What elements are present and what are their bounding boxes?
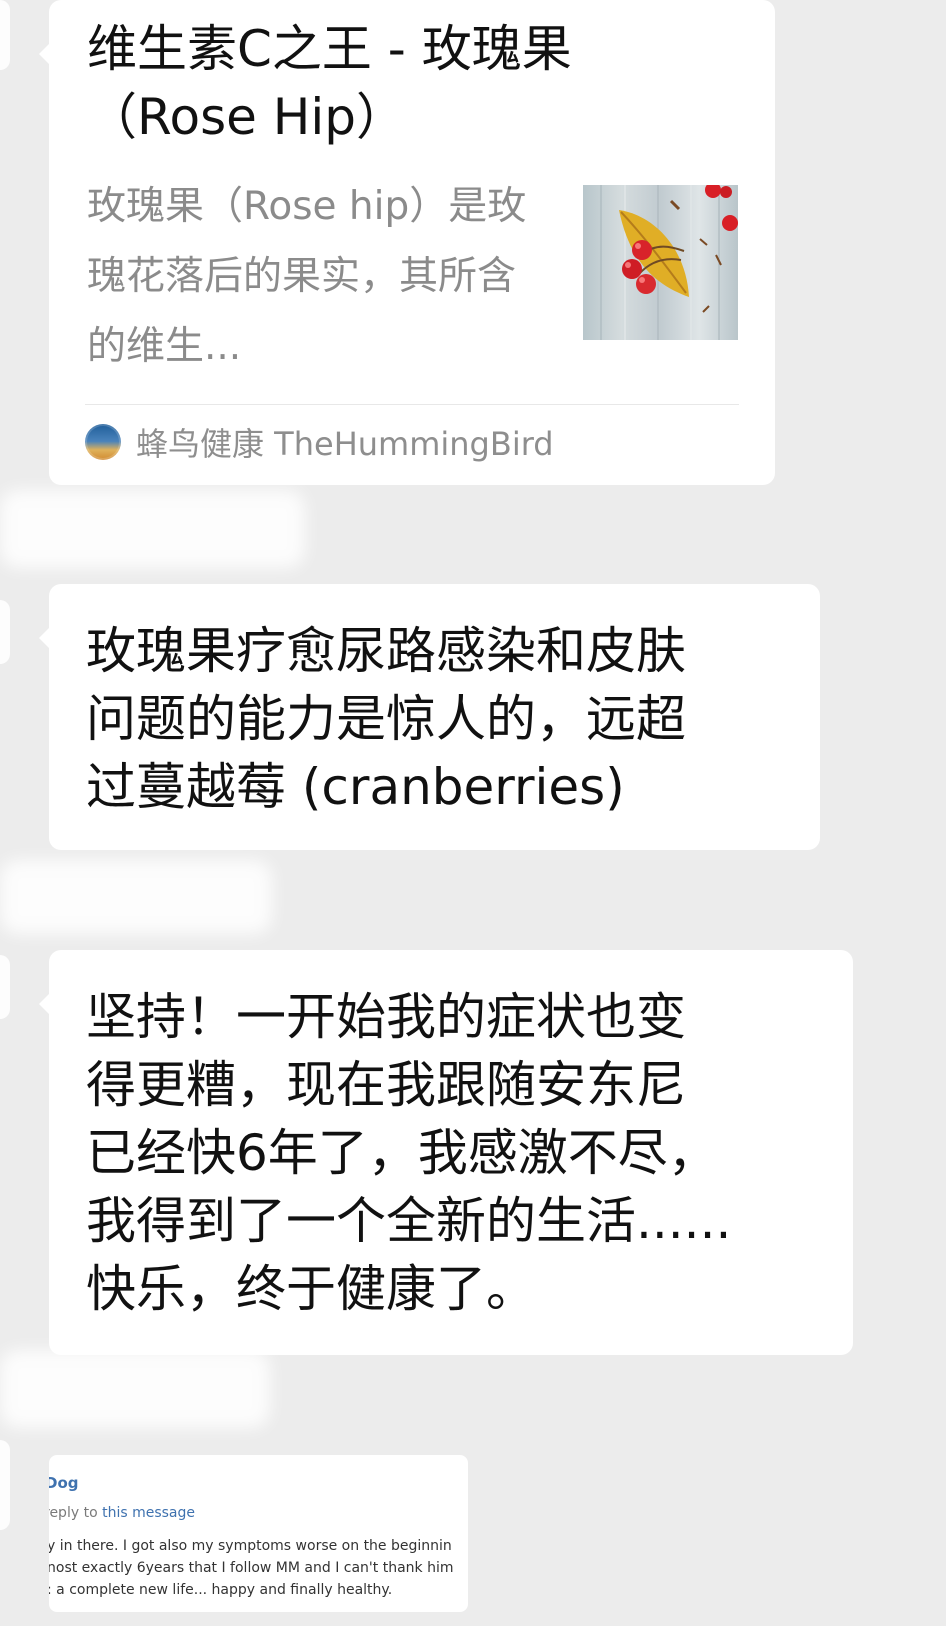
- reply-context-link[interactable]: this message: [102, 1505, 195, 1521]
- blurred-avatar-edge-4: [0, 1440, 10, 1530]
- source-avatar: [85, 424, 121, 460]
- reply-sender-name: Dog: [49, 1474, 79, 1492]
- article-summary: 玫瑰果（Rose hip）是玫瑰花落后的果实，其所含的维生...: [87, 184, 527, 369]
- chat-message-text: 坚持！一开始我的症状也变 得更糟，现在我跟随安东尼 已经快6年了，我感激不尽， …: [86, 988, 732, 1318]
- blurred-avatar-edge-1: [0, 0, 10, 70]
- blurred-sender-name-1: [0, 490, 305, 568]
- article-title: 维生素C之王 - 玫瑰果（Rose Hip）: [87, 20, 572, 146]
- reply-context-prefix: reply to: [49, 1505, 103, 1521]
- reply-text-line: : a complete new life... happy and final…: [49, 1582, 393, 1598]
- article-thumbnail: [583, 185, 738, 340]
- shared-article-card[interactable]: 维生素C之王 - 玫瑰果（Rose Hip） 玫瑰果（Rose hip）是玫瑰花…: [39, 0, 775, 485]
- blurred-sender-name-2: [0, 860, 272, 934]
- chat-message-bubble[interactable]: 坚持！一开始我的症状也变 得更糟，现在我跟随安东尼 已经快6年了，我感激不尽， …: [39, 950, 853, 1355]
- article-source: 蜂鸟健康 TheHummingBird: [85, 420, 554, 464]
- reply-text-line: nost exactly 6years that I follow MM and…: [49, 1560, 454, 1576]
- reply-context: reply to this message: [49, 1505, 195, 1521]
- blurred-sender-name-3: [0, 1350, 270, 1428]
- rose-hip-berries-on-leaf-icon: [583, 185, 738, 340]
- blurred-avatar-edge-3: [0, 955, 10, 1019]
- source-name: 蜂鸟健康 TheHummingBird: [136, 425, 554, 463]
- blurred-avatar-edge-2: [0, 600, 10, 664]
- chat-message-bubble[interactable]: 玫瑰果疗愈尿路感染和皮肤 问题的能力是惊人的，远超 过蔓越莓 (cranberr…: [39, 584, 820, 850]
- reply-text-line: y in there. I got also my symptoms worse…: [49, 1538, 452, 1554]
- chat-message-text: 玫瑰果疗愈尿路感染和皮肤 问题的能力是惊人的，远超 过蔓越莓 (cranberr…: [86, 622, 686, 816]
- article-divider: [85, 404, 739, 405]
- reply-screenshot-card[interactable]: Dog reply to this message y in there. I …: [49, 1455, 468, 1612]
